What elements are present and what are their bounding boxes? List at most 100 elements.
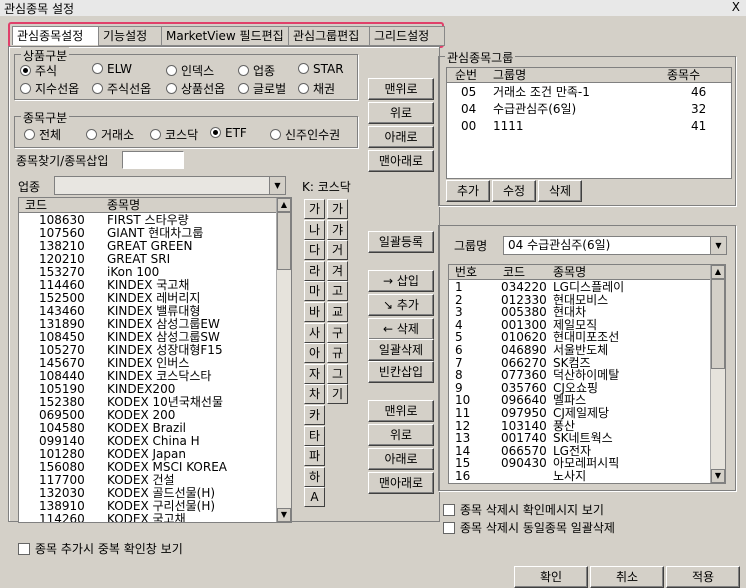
scroll-thumb[interactable] [711, 279, 725, 369]
index-button[interactable]: 그 [327, 363, 348, 384]
group-item-scrollbar[interactable]: ▲ ▼ [710, 265, 725, 483]
index-button[interactable]: 사 [304, 322, 325, 343]
scroll-down-icon[interactable]: ▼ [711, 469, 725, 483]
tab-function[interactable]: 기능설정 [98, 26, 166, 46]
radio-star[interactable]: STAR [298, 62, 344, 76]
radio-label: 코스닥 [165, 128, 199, 142]
insert-button[interactable]: → 삽입 [368, 270, 434, 292]
radio-kosdaq[interactable]: 코스닥 [150, 126, 198, 143]
item-move-bottom-button[interactable]: 맨아래로 [368, 472, 434, 494]
index-button[interactable]: 교 [327, 302, 348, 322]
index-button[interactable]: 기 [327, 384, 348, 405]
group-move-bottom-button[interactable]: 맨아래로 [368, 150, 434, 172]
bulk-register-button[interactable]: 일괄등록 [368, 231, 434, 253]
index-button[interactable]: 차 [304, 384, 325, 405]
group-delete-button[interactable]: 삭제 [538, 180, 582, 202]
radio-bond[interactable]: 채권 [298, 80, 335, 97]
radio-label: 주식 [35, 64, 58, 78]
index-button[interactable]: 다 [304, 240, 325, 261]
table-row[interactable]: 05 거래소 조건 만족-1 46 [447, 86, 729, 99]
delete-same-checkbox[interactable]: 종목 삭제시 동일종목 일괄삭제 [443, 519, 615, 536]
group-move-top-button[interactable]: 맨위로 [368, 78, 434, 100]
scroll-up-icon[interactable]: ▲ [277, 198, 291, 212]
close-icon[interactable]: X [732, 0, 740, 14]
group-move-down-button[interactable]: 아래로 [368, 126, 434, 148]
index-button[interactable]: 마 [304, 281, 325, 302]
index-button[interactable]: 거 [327, 240, 348, 261]
blank-insert-button[interactable]: 빈칸삽입 [368, 361, 434, 383]
index-button[interactable]: 라 [304, 260, 325, 281]
tab-watchlist[interactable]: 관심종목설정 [12, 26, 100, 45]
radio-elw[interactable]: ELW [92, 62, 132, 76]
group-move-up-button[interactable]: 위로 [368, 102, 434, 124]
group-edit-button[interactable]: 수정 [492, 180, 536, 202]
index-button[interactable]: 가 [327, 199, 348, 219]
delete-all-button[interactable]: 일괄삭제 [368, 339, 434, 361]
index-button[interactable]: 자 [304, 363, 325, 384]
index-button[interactable]: 가 [304, 199, 325, 219]
chevron-down-icon[interactable]: ▼ [269, 177, 285, 194]
radio-kospi[interactable]: 거래소 [86, 126, 134, 143]
table-row[interactable]: 11 097950 CJ제일제당 [449, 407, 709, 420]
cancel-button[interactable]: 취소 [590, 566, 664, 588]
group-select[interactable]: 04 수급관심주(6일) ▼ [503, 236, 727, 255]
radio-stock-futopt[interactable]: 주식선옵 [92, 80, 151, 97]
table-row[interactable]: 04 수급관심주(6일) 32 [447, 103, 729, 116]
radio-label: 거래소 [101, 128, 135, 142]
item-move-top-button[interactable]: 맨위로 [368, 400, 434, 422]
tab-grid[interactable]: 그리드설정 [369, 26, 445, 46]
table-row[interactable]: 16 노사지 [449, 470, 709, 483]
scroll-up-icon[interactable]: ▲ [711, 265, 725, 279]
radio-index-futopt[interactable]: 지수선옵 [20, 80, 79, 97]
table-row[interactable]: 114260 KODEX 국고채 [19, 513, 275, 523]
group-name: 1111 [493, 119, 524, 133]
index-button[interactable]: 파 [304, 446, 325, 467]
ok-button[interactable]: 확인 [514, 566, 588, 588]
radio-stock[interactable]: 주식 [20, 62, 57, 79]
item-move-up-button[interactable]: 위로 [368, 424, 434, 446]
group-list[interactable]: 순번 그룹명 종목수 05 거래소 조건 만족-1 46 04 수급관심주(6일) 32 0… [446, 67, 732, 179]
stock-list[interactable]: 코드 종목명 108630 FIRST 스타우량 107560 GIANT 현대차그룹… [18, 197, 292, 523]
item-move-down-button[interactable]: 아래로 [368, 448, 434, 470]
delete-button[interactable]: ← 삭제 [368, 318, 434, 340]
radio-global[interactable]: 글로벌 [238, 80, 286, 97]
index-button[interactable]: 겨 [327, 260, 348, 281]
delete-confirm-checkbox[interactable]: 종목 삭제시 확인메시지 보기 [443, 501, 604, 518]
index-button[interactable]: 카 [304, 405, 325, 425]
sector-combo[interactable]: ▼ [54, 176, 286, 195]
group-count: 32 [691, 102, 707, 116]
stock-list-scrollbar[interactable]: ▲ ▼ [276, 198, 291, 522]
index-button[interactable]: 고 [327, 281, 348, 302]
radio-all[interactable]: 전체 [24, 126, 61, 143]
tab-group-edit[interactable]: 관심그룹편집 [288, 26, 374, 46]
index-button[interactable]: 규 [327, 343, 348, 364]
index-button[interactable]: 타 [304, 425, 325, 446]
index-button[interactable]: A [304, 487, 325, 508]
table-row[interactable]: 00 1111 41 [447, 120, 729, 133]
scroll-down-icon[interactable]: ▼ [277, 508, 291, 522]
index-button[interactable]: 아 [304, 343, 325, 364]
chevron-down-icon[interactable]: ▼ [710, 237, 726, 254]
tab-marketview[interactable]: MarketView 필드편집 [161, 26, 293, 46]
search-input[interactable] [122, 151, 184, 169]
radio-etf[interactable]: ETF [210, 126, 247, 140]
sector-label: 업종 [18, 180, 41, 194]
index-button[interactable]: 하 [304, 466, 325, 487]
scroll-thumb[interactable] [277, 212, 291, 270]
item-no: 16 [455, 469, 471, 483]
index-button[interactable]: 구 [327, 322, 348, 343]
radio-sector[interactable]: 업종 [238, 62, 275, 79]
apply-button[interactable]: 적용 [666, 566, 740, 588]
index-button[interactable]: 갸 [327, 219, 348, 240]
group-add-button[interactable]: 추가 [446, 180, 490, 202]
index-button[interactable]: 바 [304, 302, 325, 322]
header-code: 코드 [25, 198, 48, 212]
group-item-list[interactable]: 번호 코드 종목명 1 034220 LG디스플레이 2 012330 현대모비스 3 005… [448, 264, 726, 484]
radio-warrant[interactable]: 신주인수권 [270, 126, 340, 143]
dup-confirm-checkbox[interactable]: 종목 추가시 중복 확인창 보기 [18, 540, 183, 557]
radio-label: 지수선옵 [35, 82, 80, 96]
radio-index[interactable]: 인덱스 [166, 62, 214, 79]
add-button[interactable]: ↘ 추가 [368, 294, 434, 316]
radio-commodity-futopt[interactable]: 상품선옵 [166, 80, 225, 97]
index-button[interactable]: 나 [304, 219, 325, 240]
